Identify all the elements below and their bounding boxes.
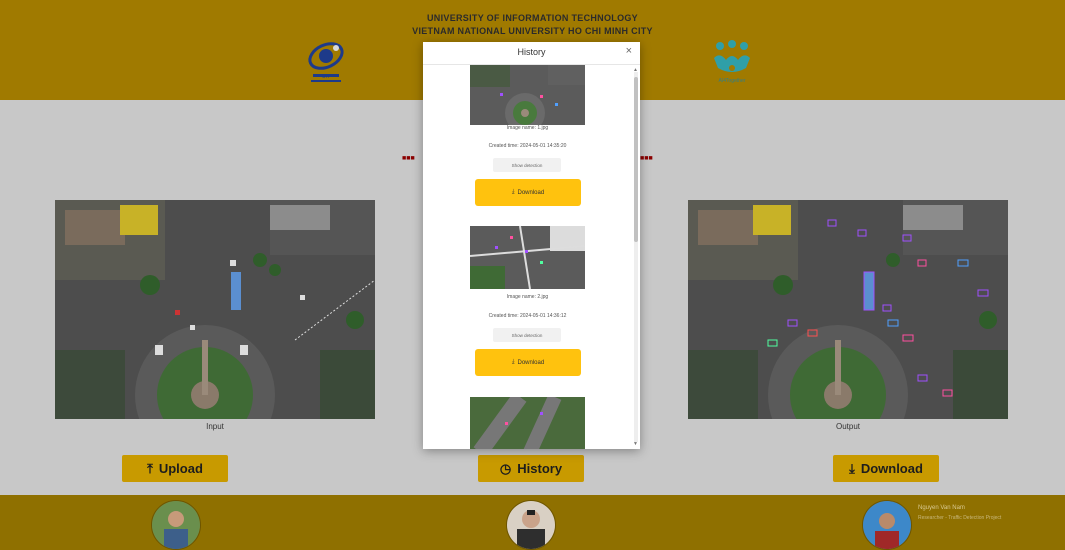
footer-member-name: Nguyen Van Nam [918,505,965,511]
input-label: Input [206,422,224,431]
history-created-time: Created time: 2024-05-01 14:36:12 [488,313,567,319]
history-list[interactable]: Image name: 1.jpg Created time: 2024-05-… [423,65,632,449]
download-icon: ⤓ [849,460,855,476]
history-download-label: Download [517,359,545,366]
history-download-label: Download [517,189,545,196]
download-button[interactable]: ⤓ Download [833,455,939,482]
history-download-button[interactable]: ⤓ Download [475,349,581,376]
history-icon: ◷ [499,460,512,476]
history-download-button[interactable]: ⤓ Download [475,179,581,206]
upload-button[interactable]: ⤒ Upload [122,455,228,482]
footer-member-role: Researcher - Traffic Detection Project [918,515,1002,521]
download-button-label: Download [860,461,923,476]
history-button-label: History [517,461,563,476]
show-detection-chip[interactable]: Show detection [493,328,561,342]
avatar-member-1 [151,500,201,550]
history-thumbnail [470,65,585,125]
download-icon: ⤓ [511,189,515,195]
university-title: UNIVERSITY OF INFORMATION TECHNOLOGY VIE… [0,12,1065,38]
ai4together-caption: AI4Together [718,78,746,84]
output-label: Output [835,422,860,431]
history-button[interactable]: ◷ History [478,455,584,482]
history-image-name: Image name: 1.jpg [506,125,549,131]
input-image [55,200,375,419]
avatar-member-3 [862,500,912,550]
modal-scrollbar-thumb[interactable] [634,77,638,242]
history-modal: History × Image name: 1.jpg Created time… [423,42,640,449]
scroll-down-icon[interactable]: ▼ [633,441,638,447]
history-created-time: Created time: 2024-05-01 14:35:20 [488,143,567,149]
upload-button-label: Upload [158,461,203,476]
history-thumbnail [470,397,585,449]
modal-title: History [517,47,546,57]
title-line-2: VIETNAM NATIONAL UNIVERSITY HO CHI MINH … [412,26,653,36]
upload-icon: ⤒ [147,460,153,476]
red-marker-right: ■■■ [640,155,653,162]
avatar-member-2 [506,500,556,550]
download-icon: ⤓ [511,359,515,365]
uit-logo-caption: UIT [321,74,331,80]
red-marker-left: ■■■ [402,155,415,162]
show-detection-chip[interactable]: Show detection [493,158,561,172]
modal-header: History × [423,42,640,65]
close-icon[interactable]: × [626,45,632,57]
history-image-name: Image name: 2.jpg [506,294,549,300]
output-image [688,200,1008,419]
title-line-1: UNIVERSITY OF INFORMATION TECHNOLOGY [427,13,638,23]
history-thumbnail [470,226,585,289]
scroll-up-icon[interactable]: ▲ [633,67,638,73]
